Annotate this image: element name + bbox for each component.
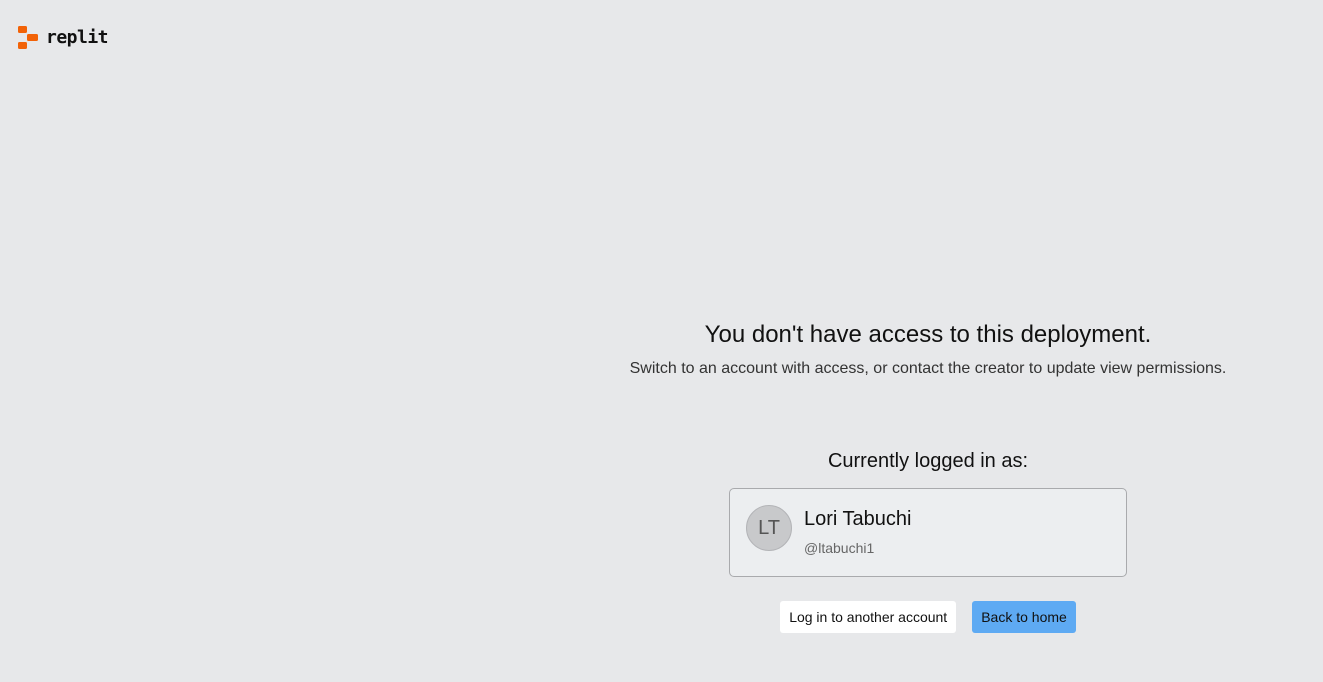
page-title: You don't have access to this deployment… — [704, 321, 1152, 348]
replit-logo-icon — [18, 26, 38, 49]
account-card: LT Lori Tabuchi @ltabuchi1 — [729, 488, 1127, 577]
account-info: Lori Tabuchi @ltabuchi1 — [804, 507, 911, 557]
back-to-home-button[interactable]: Back to home — [972, 601, 1076, 633]
page-subtitle: Switch to an account with access, or con… — [629, 360, 1227, 377]
log-in-another-account-button[interactable]: Log in to another account — [780, 601, 957, 633]
logged-in-label: Currently logged in as: — [827, 450, 1029, 472]
account-name: Lori Tabuchi — [804, 508, 912, 530]
page: replit You don't have access to this dep… — [0, 0, 1323, 682]
access-denied-panel: You don't have access to this deployment… — [600, 318, 1256, 633]
logo-text: replit — [46, 27, 109, 48]
account-handle: @ltabuchi1 — [804, 540, 875, 556]
action-buttons: Log in to another account Back to home — [600, 601, 1256, 633]
replit-logo[interactable]: replit — [18, 26, 109, 49]
avatar: LT — [746, 505, 792, 551]
